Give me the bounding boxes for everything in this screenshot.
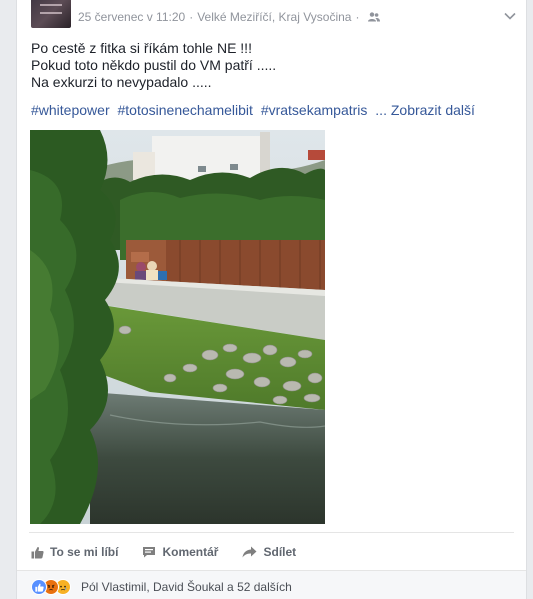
post-text: Po cestě z fitka si říkám tohle NE !!! P…: [31, 40, 511, 91]
post-text-line: Na exkurzi to nevypadalo .....: [31, 74, 212, 90]
comment-button[interactable]: Komentář: [142, 545, 218, 559]
chevron-down-icon[interactable]: [502, 8, 518, 24]
hashtag-link[interactable]: #vratsekampatris: [261, 102, 368, 118]
feed-post: 25 červenec v 11:20 · Velké Meziříčí, Kr…: [16, 0, 527, 599]
share-arrow-icon: [242, 546, 257, 558]
actions-divider: [29, 532, 514, 533]
hashtag-link[interactable]: #whitepower: [31, 102, 110, 118]
post-meta: 25 červenec v 11:20 · Velké Meziříčí, Kr…: [78, 10, 381, 24]
post-location[interactable]: Velké Meziříčí, Kraj Vysočina: [197, 10, 351, 24]
post-actions: To se mi líbí Komentář Sdílet: [31, 540, 320, 564]
thumbs-up-icon: [31, 546, 44, 558]
comment-icon: [143, 547, 156, 558]
see-more-link[interactable]: ... Zobrazit další: [375, 102, 475, 118]
share-label: Sdílet: [263, 545, 297, 559]
meta-separator: ·: [189, 10, 194, 24]
meta-separator-2: ·: [355, 10, 360, 24]
comment-label: Komentář: [162, 545, 219, 559]
photo-scene: [30, 130, 325, 524]
author-avatar[interactable]: [31, 0, 71, 28]
post-timestamp[interactable]: 25 červenec v 11:20: [78, 10, 185, 24]
reaction-icons[interactable]: [31, 579, 71, 595]
hashtag-link[interactable]: #totosinenechamelibit: [118, 102, 253, 118]
reactions-bar: Pól Vlastimil, David Šoukal a 52 dalších: [17, 570, 526, 599]
reactions-summary[interactable]: Pól Vlastimil, David Šoukal a 52 dalších: [81, 580, 292, 594]
like-button[interactable]: To se mi líbí: [31, 545, 118, 559]
share-button[interactable]: Sdílet: [242, 545, 296, 559]
post-photo[interactable]: [30, 130, 325, 524]
like-label: To se mi líbí: [50, 545, 119, 559]
like-icon: [31, 579, 47, 595]
post-text-line: Po cestě z fitka si říkám tohle NE !!!: [31, 40, 252, 56]
friends-icon[interactable]: [368, 12, 381, 22]
hashtag-row: #whitepower #totosinenechamelibit #vrats…: [31, 102, 475, 118]
post-text-line: Pokud toto někdo pustil do VM patří ....…: [31, 57, 277, 73]
post-header: 25 červenec v 11:20 · Velké Meziříčí, Kr…: [17, 0, 526, 34]
avatar-image: [40, 4, 62, 14]
